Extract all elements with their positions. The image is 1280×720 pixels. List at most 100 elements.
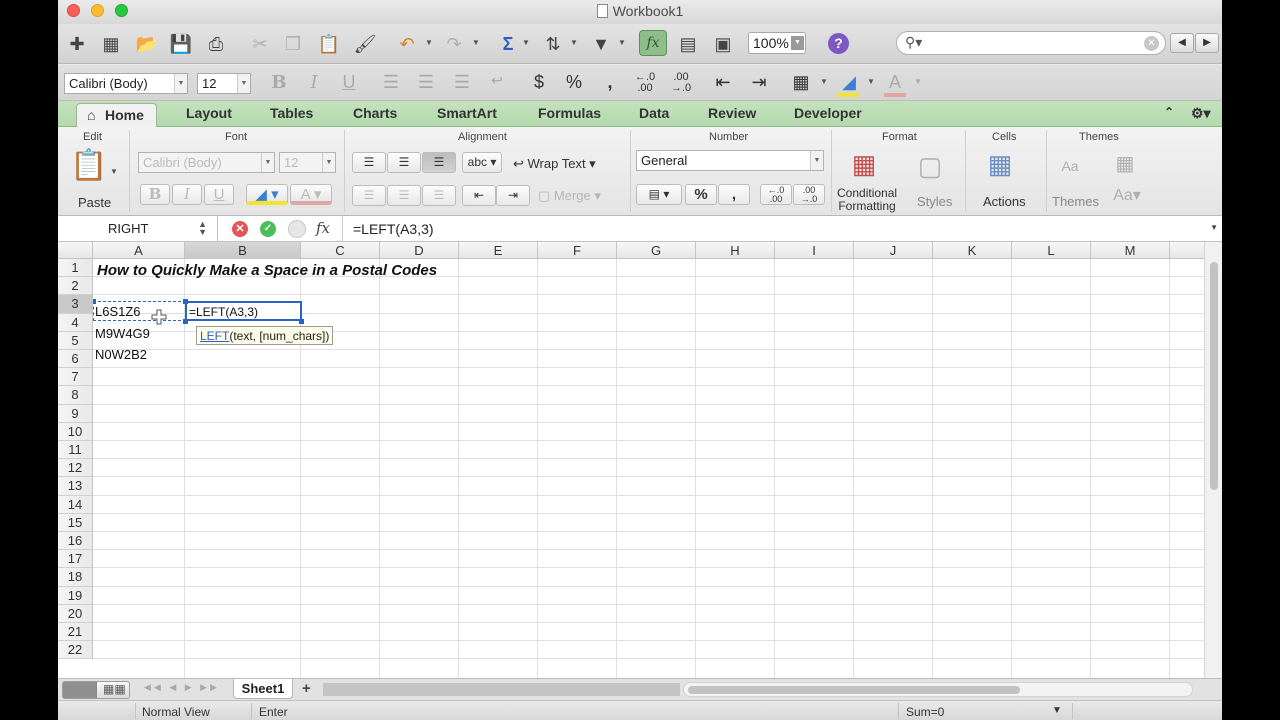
insert-function-icon[interactable]: fx (316, 219, 330, 237)
column-header-h[interactable]: H (696, 242, 775, 259)
column-header-a[interactable]: A (93, 242, 185, 259)
align-center-icon[interactable]: ☰ (415, 72, 437, 93)
selection-handle[interactable] (299, 319, 304, 324)
column-header-f[interactable]: F (538, 242, 617, 259)
actions-label[interactable]: Actions (983, 194, 1026, 209)
ribbon-settings-icon[interactable]: ⚙▾ (1191, 105, 1211, 122)
horizontal-scroll-thumb[interactable] (688, 686, 1020, 694)
ribbon-align-center-icon[interactable]: ☰ (387, 185, 421, 206)
sheet-tab-sheet1[interactable]: Sheet1 (233, 679, 293, 699)
help-icon[interactable]: ? (828, 33, 849, 54)
ribbon-font-size-dropdown-icon[interactable]: ▼ (322, 153, 335, 172)
row-header-6[interactable]: 6 (58, 350, 93, 369)
tooltip-function-link[interactable]: LEFT (200, 329, 229, 343)
redo-dropdown-icon[interactable]: ▼ (472, 38, 480, 47)
italic-icon[interactable]: I (303, 72, 325, 93)
ribbon-bold-icon[interactable]: B (140, 184, 170, 205)
search-field[interactable]: ⚲▾ ✕ (896, 31, 1166, 55)
cell-a3[interactable]: L6S1Z6 (95, 304, 141, 319)
row-header-5[interactable]: 5 (58, 331, 93, 350)
column-header-i[interactable]: I (775, 242, 854, 259)
formula-input[interactable]: =LEFT(A3,3) (353, 221, 434, 237)
sheet-navigation-arrows[interactable]: ◀◀ ◀ ▶ ▶▶ (144, 682, 220, 693)
row-header-22[interactable]: 22 (58, 641, 93, 660)
row-header-4[interactable]: 4 (58, 313, 93, 332)
cell-a4[interactable]: M9W4G9 (95, 326, 150, 341)
filter-dropdown-icon[interactable]: ▼ (618, 38, 626, 47)
increase-decimal-icon[interactable]: ←.0.00 (634, 72, 656, 94)
column-header-g[interactable]: G (617, 242, 696, 259)
tab-charts[interactable]: Charts (353, 105, 397, 121)
row-header-10[interactable]: 10 (58, 422, 93, 441)
column-header-c[interactable]: C (301, 242, 380, 259)
format-painter-icon[interactable]: 🖌 (352, 31, 378, 57)
ribbon-font-name-dropdown-icon[interactable]: ▼ (261, 153, 274, 172)
paste-clipboard-icon[interactable]: 📋 (70, 151, 107, 191)
save-icon[interactable]: 💾 (168, 31, 194, 57)
row-header-21[interactable]: 21 (58, 623, 93, 642)
cut-icon[interactable]: ✂ (247, 31, 273, 57)
cell-a5[interactable]: N0W2B2 (95, 347, 147, 362)
currency-icon[interactable]: $ (528, 72, 550, 93)
cancel-formula-icon[interactable]: ✕ (232, 221, 248, 237)
ribbon-percent-icon[interactable]: % (685, 184, 717, 205)
bold-icon[interactable]: B (268, 72, 290, 93)
row-header-12[interactable]: 12 (58, 459, 93, 478)
column-header-j[interactable]: J (854, 242, 933, 259)
print-icon[interactable]: ⎙ (203, 31, 229, 57)
theme-colors-icon[interactable]: ▦ (1110, 151, 1140, 179)
ribbon-increase-decimal-icon[interactable]: ←.0.00 (760, 184, 792, 205)
tab-home[interactable]: ⌂ Home (76, 103, 157, 128)
row-header-20[interactable]: 20 (58, 604, 93, 623)
fill-color-dropdown-icon[interactable]: ▼ (867, 77, 875, 86)
paste-icon[interactable]: 📋 (316, 31, 342, 57)
decrease-decimal-icon[interactable]: .00 →.0 (670, 72, 692, 94)
filter-icon[interactable]: ▼ (588, 31, 614, 57)
row-header-3[interactable]: 3 (58, 295, 93, 314)
ribbon-font-size-combo[interactable]: 12 ▼ (279, 152, 336, 173)
ribbon-italic-icon[interactable]: I (172, 184, 202, 205)
increase-indent-icon[interactable]: ⇥ (748, 72, 770, 93)
number-format-combo[interactable]: General ▼ (636, 150, 824, 171)
name-box-dropdown-icon[interactable]: ▲ ▼ (198, 220, 207, 237)
row-header-14[interactable]: 14 (58, 495, 93, 514)
ribbon-decrease-decimal-icon[interactable]: .00 →.0 (793, 184, 825, 205)
font-name-combo[interactable]: Calibri (Body) ▼ (64, 73, 188, 94)
ribbon-font-name-combo[interactable]: Calibri (Body) ▼ (138, 152, 275, 173)
media-browser-icon[interactable]: ▣ (710, 31, 736, 57)
formula-options-button[interactable] (288, 220, 306, 238)
row-header-16[interactable]: 16 (58, 532, 93, 551)
paste-label[interactable]: Paste (78, 195, 111, 210)
new-document-icon[interactable]: ✚ (64, 31, 90, 57)
actions-icon[interactable]: ▦ (980, 151, 1020, 183)
formula-builder-button[interactable]: fx (639, 30, 667, 56)
ribbon-comma-icon[interactable]: , (718, 184, 750, 205)
worksheet-grid[interactable]: ABCDEFGHIJKLM How to Quickly Make a Spac… (58, 242, 1204, 678)
borders-dropdown-icon[interactable]: ▼ (820, 77, 828, 86)
clear-search-icon[interactable]: ✕ (1144, 36, 1159, 51)
decrease-indent-icon[interactable]: ⇤ (712, 72, 734, 93)
cell-a1[interactable]: How to Quickly Make a Space in a Postal … (97, 262, 437, 279)
new-from-template-icon[interactable]: ▦ (98, 31, 124, 57)
tab-review[interactable]: Review (708, 105, 756, 121)
row-header-13[interactable]: 13 (58, 477, 93, 496)
tab-data[interactable]: Data (639, 105, 669, 121)
column-header-d[interactable]: D (380, 242, 459, 259)
name-box[interactable]: RIGHT ▲ ▼ (58, 216, 218, 241)
theme-fonts-icon[interactable]: Aa▾ (1110, 183, 1144, 209)
comma-style-icon[interactable]: , (599, 72, 621, 93)
open-folder-icon[interactable]: 📂 (134, 31, 160, 57)
row-header-18[interactable]: 18 (58, 568, 93, 587)
font-name-dropdown-icon[interactable]: ▼ (174, 74, 187, 93)
conditional-formatting-icon[interactable]: ▦ (845, 151, 883, 183)
search-next-button[interactable]: ▶ (1195, 33, 1219, 53)
column-header-m[interactable]: M (1091, 242, 1170, 259)
expand-formula-bar-icon[interactable]: ▼ (1210, 223, 1218, 232)
selection-handle[interactable] (183, 299, 188, 304)
add-sheet-button[interactable]: + (302, 680, 311, 697)
ribbon-underline-icon[interactable]: U (204, 184, 234, 205)
toolbox-icon[interactable]: ▤ (675, 31, 701, 57)
themes-icon[interactable]: Aa (1052, 153, 1088, 183)
tab-smartart[interactable]: SmartArt (437, 105, 497, 121)
sort-icon[interactable]: ⇅ (540, 31, 566, 57)
